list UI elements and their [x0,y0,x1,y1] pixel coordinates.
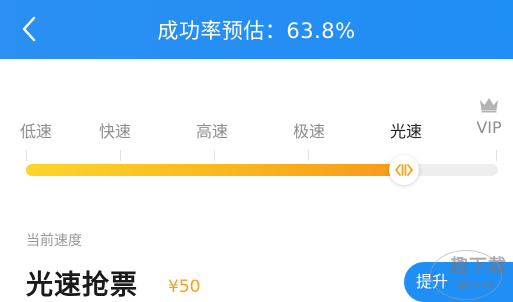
current-speed-name: 光速抢票 [26,270,138,301]
speed-slider-handle[interactable] [389,155,419,185]
speed-level-light[interactable]: 光速 [390,118,422,142]
speed-levels: 低速 快速 高速 极速 光速 VIP [0,118,513,144]
speed-slider-fill [26,164,404,176]
page-title: 成功率预估：63.8% [157,19,356,43]
speed-slider-track[interactable] [26,164,498,176]
current-speed-price: ¥50 [168,277,201,297]
watermark-url: q2d.com [456,279,495,290]
watermark-text: 趣下载 [450,256,507,277]
crown-icon [480,98,498,113]
speed-level-low[interactable]: 低速 [20,118,52,142]
slider-tick [308,150,309,161]
header-bar: 成功率预估：63.8% [0,0,513,59]
drag-handle-icon [395,164,413,176]
slider-tick [496,150,497,161]
speed-level-fast[interactable]: 快速 [99,118,131,142]
speed-level-extreme[interactable]: 极速 [293,118,325,142]
slider-ticks [0,150,513,162]
slider-tick [26,150,27,161]
slider-tick [120,150,121,161]
speed-level-vip[interactable]: VIP [476,118,501,137]
slider-tick [214,150,215,161]
current-speed-label: 当前速度 [26,233,82,249]
speed-level-high[interactable]: 高速 [196,118,228,142]
